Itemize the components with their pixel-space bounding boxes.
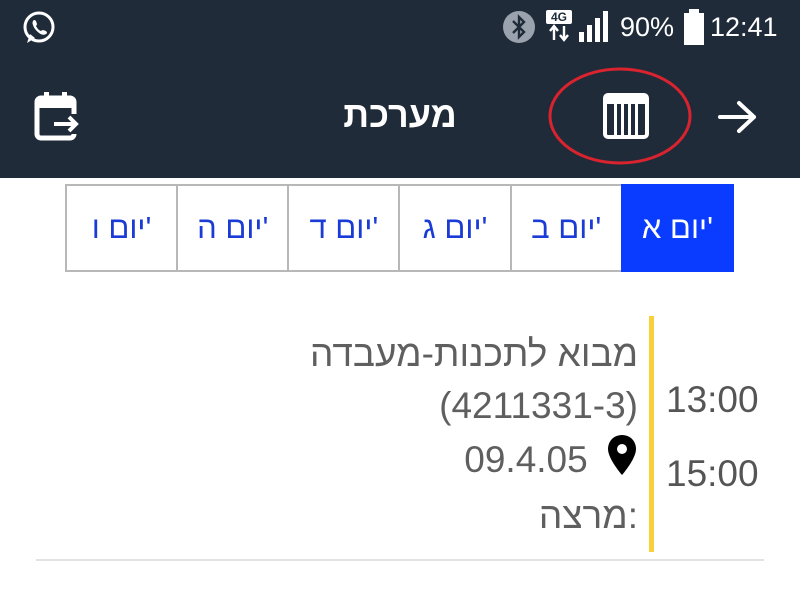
location-pin-icon — [608, 435, 636, 475]
row-divider — [36, 559, 764, 561]
page-title: מערכת — [343, 94, 457, 135]
highlight-circle — [548, 67, 692, 165]
status-bar: 4G 90% 12:41 — [0, 0, 800, 54]
tab-day-1[interactable]: יום א' — [620, 184, 734, 272]
tab-day-5[interactable]: יום ה' — [176, 184, 290, 272]
end-time: 15:00 — [666, 453, 759, 494]
course-name: מבוא לתכנות-מעבדה — [310, 333, 638, 374]
data-arrows-icon — [549, 24, 569, 42]
signal-icon — [579, 11, 608, 42]
course-code: (4211331-3) — [439, 385, 638, 426]
tab-day-2[interactable]: יום ב' — [509, 184, 623, 272]
whatsapp-icon — [23, 11, 55, 43]
battery-percent: 90% — [620, 12, 675, 42]
day-tabs: יום א' יום ב' יום ג' יום ד' יום ה' יום ו… — [64, 184, 734, 272]
room-row: 09.4.05 — [464, 434, 638, 484]
tab-day-3[interactable]: יום ג' — [398, 184, 512, 272]
tab-day-6[interactable]: יום ו' — [64, 184, 179, 272]
app-toolbar: מערכת — [0, 54, 800, 178]
start-time: 13:00 — [666, 379, 759, 420]
arrow-right-icon[interactable] — [716, 99, 760, 135]
battery-icon — [684, 9, 704, 45]
calendar-export-icon[interactable] — [34, 92, 80, 142]
bluetooth-icon — [503, 11, 535, 43]
event-color-bar — [649, 316, 654, 552]
room-number: 09.4.05 — [464, 439, 588, 480]
network-type-badge: 4G — [546, 10, 572, 44]
clock: 12:41 — [710, 12, 778, 42]
lecturer-label: מרצה: — [538, 495, 638, 536]
tab-day-4[interactable]: יום ד' — [287, 184, 401, 272]
